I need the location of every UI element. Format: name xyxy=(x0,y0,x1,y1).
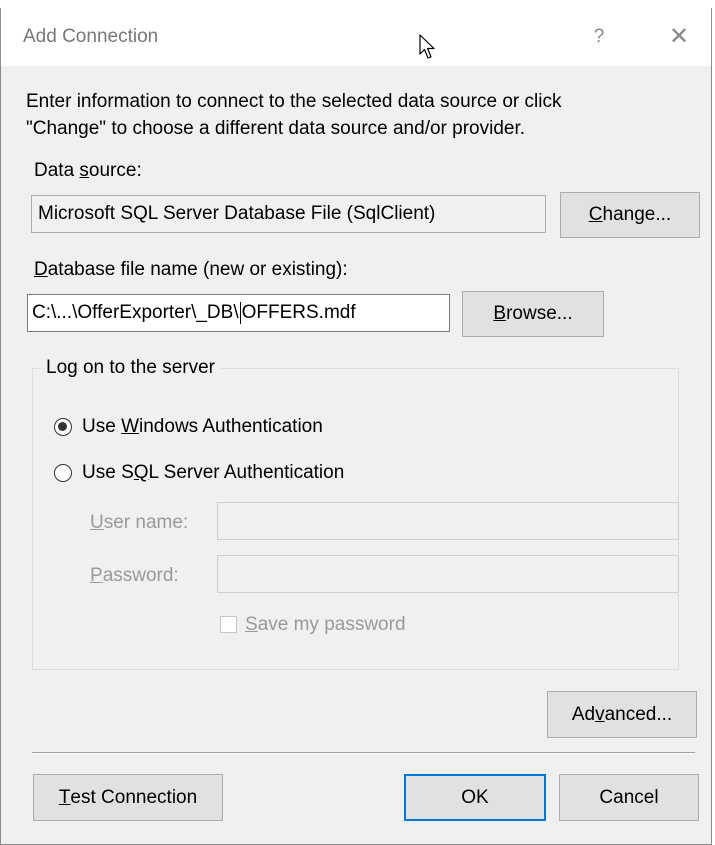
change-button[interactable]: Change... xyxy=(560,192,700,238)
username-label: User name: xyxy=(90,512,189,533)
background-strip xyxy=(0,0,715,8)
sql-auth-label[interactable]: Use SQL Server Authentication xyxy=(82,462,344,484)
save-password-checkbox[interactable] xyxy=(220,616,237,633)
save-password-label[interactable]: Save my password xyxy=(245,614,406,636)
sql-auth-radio[interactable] xyxy=(54,464,72,482)
ok-button[interactable]: OK xyxy=(404,774,546,821)
password-label: Password: xyxy=(90,565,179,586)
test-connection-button[interactable]: Test Connection xyxy=(33,774,223,821)
logon-group-legend: Log on to the server xyxy=(40,357,221,379)
windows-auth-radio[interactable] xyxy=(54,418,72,436)
mouse-pointer-icon xyxy=(419,34,435,59)
cancel-button[interactable]: Cancel xyxy=(559,774,699,821)
dialog-title: Add Connection xyxy=(23,26,159,47)
database-file-label: Database file name (new or existing): xyxy=(34,259,348,280)
windows-auth-label[interactable]: Use Windows Authentication xyxy=(82,416,323,438)
database-file-input[interactable]: C:\...\OfferExporter\_DB\ OFFERS.mdf xyxy=(27,294,450,332)
browse-button[interactable]: Browse... xyxy=(462,291,604,337)
intro-text-line-1: Enter information to connect to the sele… xyxy=(26,91,562,112)
close-button[interactable]: ✕ xyxy=(661,20,697,54)
data-source-field: Microsoft SQL Server Database File (SqlC… xyxy=(31,195,546,233)
intro-text-line-2: "Change" to choose a different data sour… xyxy=(26,118,526,139)
help-button[interactable]: ? xyxy=(583,20,615,54)
data-source-label: Data source: xyxy=(34,160,142,181)
text-caret xyxy=(239,302,241,324)
footer-separator-highlight xyxy=(32,753,695,754)
title-bar: Add Connection ? ✕ xyxy=(1,8,711,66)
password-input[interactable] xyxy=(217,555,679,593)
advanced-button[interactable]: Ad v anced... xyxy=(547,691,697,738)
username-input[interactable] xyxy=(217,502,679,540)
